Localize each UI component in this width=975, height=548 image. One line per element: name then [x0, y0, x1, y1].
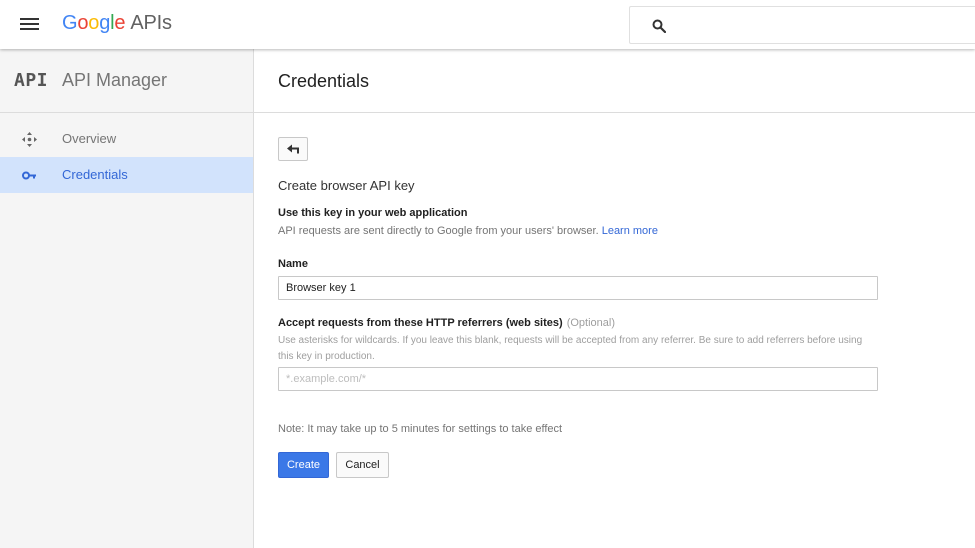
logo-letter: e: [114, 12, 126, 34]
google-apis-logo[interactable]: Google APIs: [62, 12, 172, 35]
search-box[interactable]: [629, 6, 975, 44]
back-button[interactable]: [278, 137, 308, 161]
sidebar-item-label: Credentials: [62, 167, 128, 182]
section-subtitle: Use this key in your web application: [278, 207, 468, 219]
key-icon: [22, 171, 36, 180]
referrers-label-text: Accept requests from these HTTP referrer…: [278, 317, 563, 329]
sidebar-title[interactable]: API Manager: [62, 70, 167, 91]
sidebar-item-overview[interactable]: Overview: [0, 121, 253, 157]
sidebar-nav: Overview Credentials: [0, 113, 253, 193]
logo-letter: g: [99, 12, 111, 34]
logo-letter: G: [62, 12, 78, 34]
referrers-input[interactable]: [278, 367, 878, 391]
sidebar: API API Manager Overview Credentials: [0, 49, 254, 548]
settings-note: Note: It may take up to 5 minutes for se…: [278, 423, 563, 435]
name-label: Name: [278, 258, 308, 270]
page-title: Credentials: [278, 71, 370, 91]
main-header: Credentials: [254, 49, 975, 113]
section-description: API requests are sent directly to Google…: [278, 225, 658, 237]
logo-letter: o: [88, 12, 100, 34]
referrers-help-text: Use asterisks for wildcards. If you leav…: [278, 335, 863, 362]
referrers-label: Accept requests from these HTTP referrer…: [278, 317, 615, 329]
sidebar-item-label: Overview: [62, 131, 117, 146]
logo-suffix: APIs: [130, 12, 172, 34]
sidebar-item-credentials[interactable]: Credentials: [0, 157, 253, 193]
optional-tag: (Optional): [566, 317, 615, 329]
cancel-button[interactable]: Cancel: [336, 452, 389, 478]
description-text: API requests are sent directly to Google…: [278, 225, 599, 237]
main-content: Credentials Create browser API key Use t…: [254, 49, 975, 548]
name-input[interactable]: [278, 276, 878, 300]
move-arrows-icon: [22, 132, 37, 147]
hamburger-menu-icon[interactable]: [20, 17, 39, 32]
top-app-bar: Google APIs: [0, 0, 975, 49]
search-icon[interactable]: [652, 19, 666, 33]
logo-letter: o: [77, 12, 89, 34]
api-badge-icon: API: [14, 70, 49, 91]
learn-more-link[interactable]: Learn more: [602, 225, 658, 237]
back-arrow-icon: [287, 144, 299, 154]
form-title: Create browser API key: [278, 178, 415, 193]
create-button[interactable]: Create: [278, 452, 329, 478]
sidebar-header: API API Manager: [0, 49, 253, 113]
